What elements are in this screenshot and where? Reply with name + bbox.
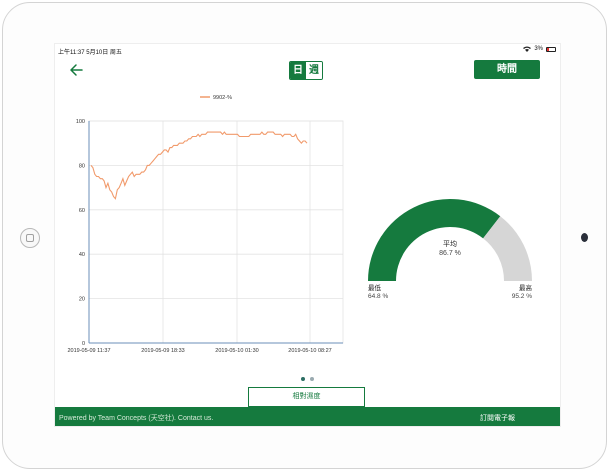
week-tab[interactable]: 週 — [306, 62, 322, 79]
app-screen: 上午11:37 5月10日 周五 3% 日 週 時間 0 20 40 60 80 100 2… — [55, 44, 560, 426]
y-tick-label: 20 — [79, 297, 85, 303]
battery-percent: 3% — [534, 46, 543, 52]
page-dot[interactable] — [310, 377, 314, 381]
gauge-max-label: 最高 — [519, 283, 533, 292]
gauge-avg-label: 平均 — [443, 239, 457, 248]
x-tick-label: 2019-05-10 01:30 — [215, 348, 258, 354]
gauge-max-value: 95.2 % — [512, 293, 532, 300]
page-indicator — [301, 377, 314, 381]
status-time-date: 上午11:37 5月10日 周五 — [58, 50, 122, 56]
y-tick-label: 0 — [82, 341, 85, 347]
gauge-min-value: 64.8 % — [368, 293, 388, 300]
powered-by-link[interactable]: Powered by Team Concepts (天空社). Contact … — [59, 413, 213, 423]
period-toggle: 日 週 — [289, 61, 323, 80]
footer-bar: Powered by Team Concepts (天空社). Contact … — [55, 407, 560, 426]
back-arrow-icon[interactable] — [68, 62, 84, 78]
x-tick-label: 2019-05-09 11:37 — [67, 348, 110, 354]
tab-relative-humidity[interactable]: 相對濕度 — [248, 387, 365, 407]
x-tick-label: 2019-05-10 08:27 — [288, 348, 331, 354]
time-button[interactable]: 時間 — [474, 60, 540, 79]
gauge-min-label: 最低 — [368, 283, 382, 292]
status-bar: 上午11:37 5月10日 周五 3% — [55, 44, 560, 56]
gauge-avg-value: 86.7 % — [439, 250, 461, 257]
subscribe-newsletter-link[interactable]: 訂閱電子報 — [480, 413, 515, 423]
home-button[interactable] — [20, 228, 40, 248]
y-tick-label: 40 — [79, 252, 85, 258]
gauge-fill-arc — [368, 199, 501, 281]
y-tick-label: 60 — [79, 208, 85, 214]
y-tick-label: 80 — [79, 163, 85, 169]
humidity-gauge: 平均 86.7 % 最低64.8 % 最高95.2 % — [368, 199, 533, 300]
page-dot[interactable] — [301, 377, 305, 381]
status-right: 3% — [523, 46, 556, 52]
x-tick-label: 2019-05-09 18:33 — [141, 348, 184, 354]
battery-icon — [546, 46, 556, 52]
front-camera — [581, 233, 588, 242]
legend-label: 9902-% — [213, 95, 232, 101]
wifi-icon — [523, 46, 532, 52]
plot-frame — [88, 120, 344, 344]
humidity-line-chart: 0 20 40 60 80 100 2019-05-09 11:37 2019-05-09 1… — [67, 95, 344, 354]
day-tab[interactable]: 日 — [290, 62, 306, 79]
home-button-icon — [26, 234, 34, 242]
y-tick-label: 100 — [76, 119, 85, 125]
